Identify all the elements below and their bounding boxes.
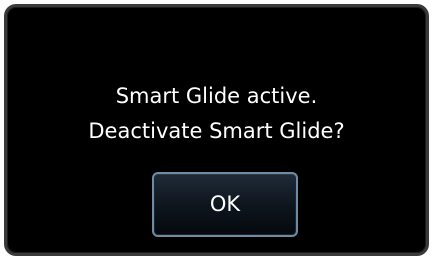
smart-glide-dialog: Smart Glide active. Deactivate Smart Gli…: [4, 4, 429, 256]
dialog-message: Smart Glide active. Deactivate Smart Gli…: [7, 79, 426, 149]
dialog-message-line-1: Smart Glide active.: [115, 84, 318, 108]
dialog-message-line-2: Deactivate Smart Glide?: [88, 119, 345, 143]
ok-button[interactable]: OK: [152, 172, 298, 237]
